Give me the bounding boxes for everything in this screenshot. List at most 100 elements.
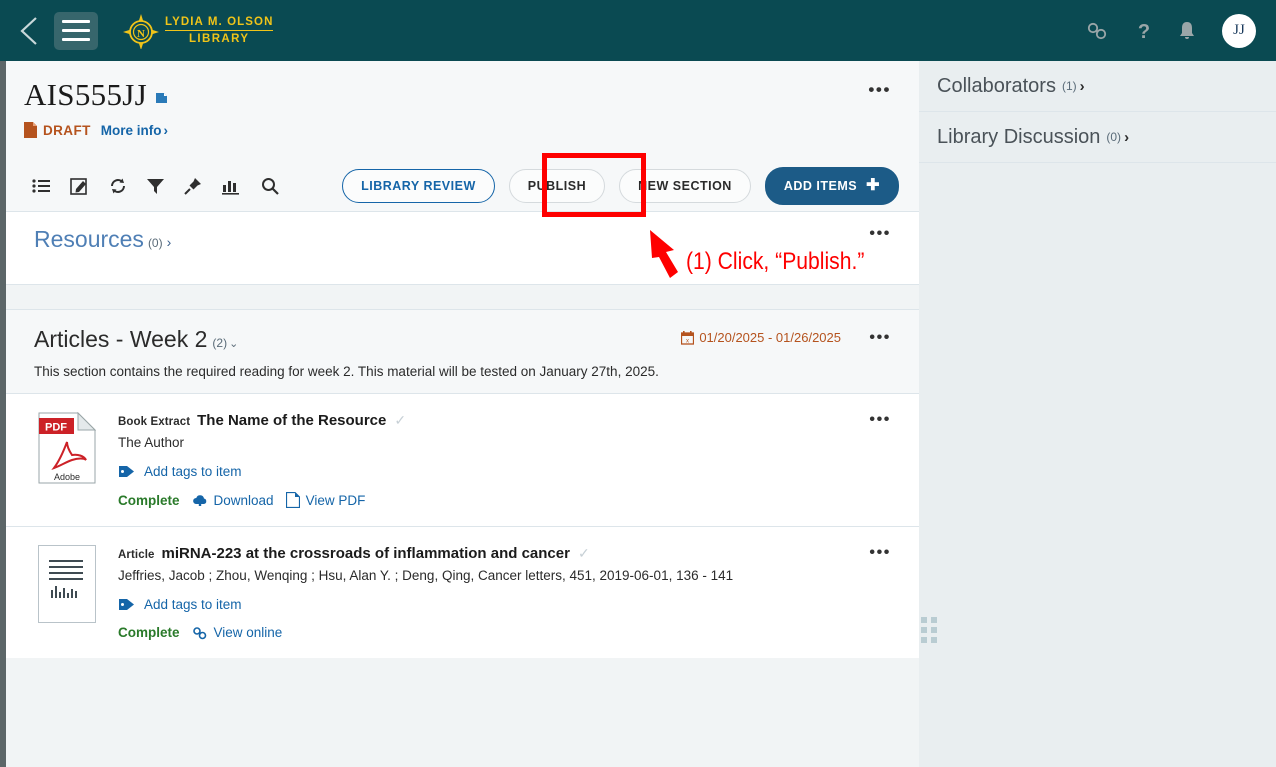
- svg-text:N: N: [137, 28, 145, 40]
- item-author: Jeffries, Jacob ; Zhou, Wenqing ; Hsu, A…: [118, 568, 734, 583]
- title-row: AIS555JJ: [6, 77, 919, 113]
- download-cloud-icon: [192, 494, 206, 506]
- page-meta-row: DRAFT More info ›: [6, 122, 919, 138]
- collaborators-count: (1): [1061, 79, 1077, 93]
- library-discussion-label: Library Discussion: [937, 125, 1101, 148]
- library-logo[interactable]: N LYDIA M. OLSON LIBRARY: [123, 13, 274, 50]
- add-tags-link[interactable]: Add tags to item: [118, 464, 919, 479]
- hamburger-menu-button[interactable]: [54, 11, 98, 50]
- toolbar-buttons: LIBRARY REVIEW PUBLISH NEW SECTION ADD I…: [342, 167, 899, 205]
- download-link[interactable]: Download: [192, 493, 274, 508]
- item-overflow-menu[interactable]: •••: [869, 412, 891, 428]
- notifications-bell-icon[interactable]: [1177, 20, 1197, 42]
- link-chain-icon[interactable]: [1085, 21, 1111, 41]
- section-overflow-menu[interactable]: •••: [869, 330, 891, 346]
- handle-dot: [921, 617, 927, 623]
- chevron-right-icon: ›: [1124, 128, 1130, 146]
- svg-text:?: ?: [1138, 21, 1150, 43]
- svg-text:x: x: [686, 338, 689, 344]
- topbar-actions: ? JJ: [1085, 13, 1256, 48]
- add-tags-link[interactable]: Add tags to item: [118, 597, 919, 612]
- publish-button[interactable]: PUBLISH: [508, 169, 606, 203]
- chevron-right-icon: ›: [163, 122, 169, 138]
- document-page-icon: [38, 545, 96, 623]
- add-items-button[interactable]: ADD ITEMS ✚: [764, 167, 899, 205]
- pin-icon[interactable]: [184, 177, 202, 195]
- add-items-label: ADD ITEMS: [783, 179, 858, 193]
- chevron-left-icon: [20, 16, 37, 45]
- svg-text:Adobe: Adobe: [54, 472, 80, 482]
- sidebar-item-collaborators[interactable]: Collaborators (1) ›: [919, 61, 1276, 112]
- view-online-link[interactable]: View online: [192, 625, 283, 640]
- view-online-label: View online: [213, 625, 283, 640]
- user-avatar[interactable]: JJ: [1222, 13, 1256, 48]
- draft-file-icon: [24, 122, 37, 138]
- section-description: This section contains the required readi…: [34, 364, 659, 379]
- refresh-icon[interactable]: [109, 177, 127, 195]
- library-review-button[interactable]: LIBRARY REVIEW: [342, 169, 495, 203]
- resources-overflow-menu[interactable]: •••: [869, 226, 891, 242]
- section-date-range: x 01/20/2025 - 01/26/2025: [681, 330, 841, 345]
- hamburger-line: [62, 29, 90, 32]
- item-details: Article miRNA-223 at the crossroads of i…: [118, 545, 919, 640]
- panel-resize-handle[interactable]: [921, 617, 937, 643]
- check-icon: ✓: [394, 412, 407, 428]
- analytics-bar-chart-icon[interactable]: [222, 178, 241, 195]
- item-overflow-menu[interactable]: •••: [869, 545, 891, 561]
- compass-emblem-icon: N: [123, 13, 159, 50]
- logo-text-line-1: LYDIA M. OLSON: [165, 16, 274, 31]
- right-side-panel: Collaborators (1) › Library Discussion (…: [919, 61, 1276, 767]
- item-thumbnail: [34, 545, 100, 640]
- new-section-button[interactable]: NEW SECTION: [619, 169, 751, 203]
- app-root: N LYDIA M. OLSON LIBRARY ? JJ AIS555JJ D…: [0, 0, 1276, 767]
- copy-icon[interactable]: [155, 91, 169, 110]
- resources-title: Resources: [34, 226, 144, 252]
- item-thumbnail: PDF Adobe: [34, 411, 100, 508]
- tag-icon: [119, 599, 134, 610]
- hamburger-line: [62, 20, 90, 23]
- collaborators-label: Collaborators: [937, 74, 1056, 97]
- help-question-icon[interactable]: ?: [1136, 19, 1152, 43]
- library-discussion-count: (0): [1106, 130, 1122, 144]
- item-type-label: Book Extract: [118, 416, 191, 428]
- list-view-icon[interactable]: [32, 178, 50, 194]
- resources-title-link[interactable]: Resources (0) ›: [6, 226, 171, 253]
- item-type-label: Article: [118, 549, 155, 561]
- sidebar-item-library-discussion[interactable]: Library Discussion (0) ›: [919, 112, 1276, 163]
- link-icon: [192, 626, 206, 639]
- list-item[interactable]: Article miRNA-223 at the crossroads of i…: [6, 526, 919, 658]
- more-info-link[interactable]: More info ›: [101, 123, 168, 138]
- toolbar-icon-group: [6, 177, 279, 195]
- back-button[interactable]: [6, 0, 52, 61]
- item-status: Complete: [118, 492, 180, 508]
- more-info-label: More info: [100, 122, 162, 138]
- item-title-row: Book Extract The Name of the Resource ✓: [118, 412, 919, 429]
- edit-note-icon[interactable]: [70, 177, 89, 195]
- resources-section: Resources (0) › •••: [6, 211, 919, 285]
- search-icon[interactable]: [261, 177, 279, 195]
- status-badge-label: DRAFT: [43, 122, 91, 138]
- check-icon: ✓: [577, 545, 590, 561]
- item-title[interactable]: The Name of the Resource: [197, 412, 386, 429]
- item-title[interactable]: miRNA-223 at the crossroads of inflammat…: [162, 545, 570, 562]
- page-overflow-menu[interactable]: •••: [868, 81, 891, 98]
- main-content-column: AIS555JJ DRAFT More info › ••• LIBRARY R…: [6, 61, 919, 767]
- filter-icon[interactable]: [147, 178, 164, 195]
- pdf-page-icon: [285, 492, 300, 508]
- view-pdf-link[interactable]: View PDF: [285, 492, 366, 508]
- add-tags-label: Add tags to item: [144, 464, 242, 479]
- item-author: The Author: [118, 435, 185, 450]
- pdf-file-icon: PDF Adobe: [38, 411, 97, 484]
- view-pdf-label: View PDF: [305, 492, 366, 508]
- list-item[interactable]: PDF Adobe Book Extract The Name of the R…: [6, 393, 919, 526]
- chevron-right-icon: ›: [166, 234, 172, 250]
- resources-count: (0): [147, 236, 163, 250]
- item-actions: Complete Download View PDF: [118, 492, 919, 508]
- item-status: Complete: [118, 625, 180, 640]
- plus-icon: ✚: [866, 177, 880, 194]
- item-title-row: Article miRNA-223 at the crossroads of i…: [118, 545, 919, 562]
- section-spacer: [6, 285, 919, 309]
- chevron-down-icon[interactable]: ⌄: [229, 337, 238, 350]
- tag-icon: [119, 466, 134, 477]
- handle-dot: [921, 637, 927, 643]
